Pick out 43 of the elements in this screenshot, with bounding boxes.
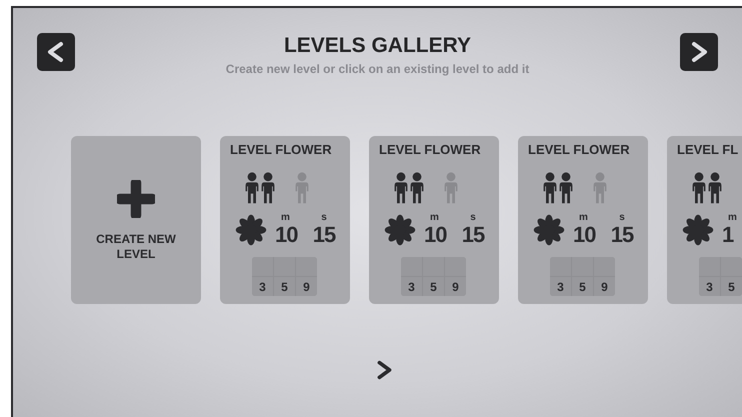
minutes-value: 1 [722,223,734,247]
level-title: LEVEL FLOWER [379,142,482,158]
minutes-value: 10 [275,223,298,247]
score-count: 9 [445,277,466,296]
level-card[interactable]: LEVEL FLOWER m 10 s 15 3 5 9 [518,136,648,304]
minutes-unit: m [281,213,290,223]
page-subtitle: Create new level or click on an existing level to add it [226,61,530,78]
minutes-unit: m [430,213,439,223]
plus-icon [117,180,155,218]
forward-button[interactable] [680,33,718,71]
minutes-unit: m [728,213,737,223]
flower-icon [235,214,267,246]
seconds-unit: s [619,213,625,223]
back-button[interactable] [37,33,75,71]
seconds-value: 15 [462,223,484,247]
level-card[interactable]: LEVEL FLOWER m 10 s 15 3 5 9 [369,136,499,304]
score-count: 5 [721,277,742,296]
flower-icon [384,214,416,246]
score-count: 3 [252,277,273,296]
level-card[interactable]: LEVEL FL m 1 3 5 [667,136,742,304]
score-count: 3 [550,277,571,296]
level-card[interactable]: LEVEL FLOWER m 10 s 15 3 5 9 [220,136,350,304]
score-count: 3 [401,277,422,296]
minutes-value: 10 [424,223,446,247]
level-title: LEVEL FLOWER [528,142,631,158]
flower-icon [533,214,565,246]
score-count: 9 [594,277,615,296]
score-count: 3 [699,277,720,296]
score-count: 5 [274,277,295,296]
seconds-unit: s [321,213,327,223]
level-title: LEVEL FL [677,142,740,158]
score-count: 5 [423,277,444,296]
seconds-value: 15 [610,223,634,247]
flower-icon [682,214,714,246]
seconds-unit: s [470,213,476,223]
create-level-card[interactable]: CREATE NEW LEVEL [71,136,201,304]
minutes-unit: m [579,213,588,223]
page-title: LEVELS GALLERY [284,34,472,58]
level-title: LEVEL FLOWER [230,142,333,158]
seconds-value: 15 [312,223,336,247]
score-count: 9 [296,277,317,296]
score-count: 5 [572,277,593,296]
minutes-value: 10 [573,223,596,247]
